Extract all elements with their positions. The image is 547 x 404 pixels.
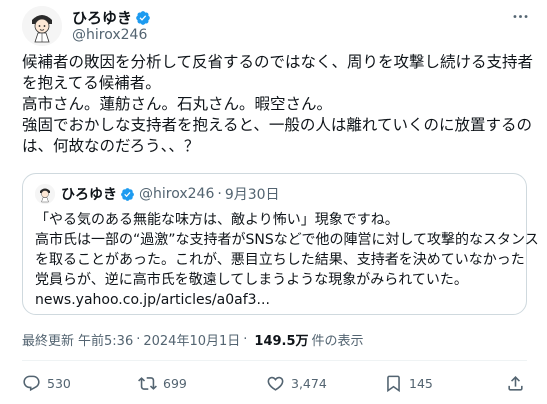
avatar-illustration — [22, 6, 62, 46]
repost-button[interactable]: 699 — [138, 374, 187, 393]
author-name[interactable]: ひろゆき — [72, 7, 132, 28]
like-count: 3,474 — [291, 376, 327, 391]
post-date[interactable]: 2024年10月1日 — [143, 330, 240, 349]
quoted-author-handle: @hirox246 — [139, 186, 215, 202]
bookmark-icon — [387, 375, 400, 393]
post-text-line: 強固でおかしな支持者を抱えると、一般の人は離れていくのに放置するの — [22, 116, 532, 134]
post-meta: 最終更新 午前5:36 · 2024年10月1日 · 149.5万 件の表示 — [22, 330, 364, 349]
verified-badge-icon — [121, 187, 134, 201]
quoted-text-line: 高市氏は一部の“過激”な支持者がSNSなどで他の陣営に対して攻撃的なスタンス — [35, 232, 539, 248]
bookmark-button[interactable]: 145 — [384, 374, 433, 393]
post-header: ひろゆき @hirox246 — [22, 4, 532, 48]
like-button[interactable]: 3,474 — [266, 374, 327, 393]
verified-badge-icon — [136, 10, 150, 25]
bookmark-count: 145 — [409, 376, 433, 391]
quoted-author-name: ひろゆき — [61, 187, 117, 203]
share-icon — [508, 376, 523, 391]
reply-icon — [23, 375, 40, 392]
post-time[interactable]: 午前5:36 — [78, 330, 133, 349]
views-label: 件の表示 — [311, 334, 364, 349]
separator-dot: · — [217, 186, 222, 202]
quoted-avatar — [35, 184, 55, 204]
quoted-post-date: 9月30日 — [224, 187, 280, 203]
author-handle[interactable]: @hirox246 — [72, 27, 147, 43]
divider — [22, 360, 527, 361]
quoted-post[interactable]: ひろゆき @hirox246 · 9月30日 「やる気のある無能な味方は、敵より… — [22, 173, 539, 315]
quoted-text-line: を取ることがあった。これが、悪目立ちした結果、支持者を決めていなかった — [35, 252, 525, 268]
reply-button[interactable]: 530 — [22, 374, 71, 393]
quoted-link: news.yahoo.co.jp/articles/a0af3... — [35, 292, 270, 308]
post-text: 候補者の敗因を分析して反省するのではなく、周りを攻撃し続ける支持者 を抱えてる候… — [22, 52, 534, 157]
views-count[interactable]: 149.5万 — [254, 330, 308, 349]
action-bar: 530 699 3,474 145 — [22, 374, 527, 398]
heart-icon — [267, 376, 284, 391]
share-button[interactable] — [506, 374, 525, 397]
separator-dot: · — [136, 332, 141, 347]
reply-count: 530 — [47, 376, 71, 391]
post-text-line: 候補者の敗因を分析して反省するのではなく、周りを攻撃し続ける支持者 — [22, 53, 534, 71]
separator-dot: · — [243, 332, 248, 347]
repost-count: 699 — [163, 376, 187, 391]
quoted-post-header: ひろゆき @hirox246 · 9月30日 — [35, 184, 280, 204]
avatar[interactable] — [22, 6, 62, 46]
post-text-line: 高市さん。蓮舫さん。石丸さん。暇空さん。 — [22, 95, 333, 113]
post-text-line: を抱えてる候補者。 — [22, 74, 161, 92]
quoted-post-text: 「やる気のある無能な味方は、敵より怖い」現象ですね。 高市氏は一部の“過激”な支… — [35, 210, 539, 310]
repost-icon — [138, 377, 157, 390]
updated-label: 最終更新 — [22, 334, 75, 349]
more-icon[interactable] — [510, 6, 530, 26]
author-name-row: ひろゆき — [72, 7, 151, 28]
post-text-line: は、何故なのだろう、、？ — [22, 137, 200, 155]
quoted-text-line: 「やる気のある無能な味方は、敵より怖い」現象ですね。 — [35, 212, 399, 228]
quoted-text-line: 党員らが、逆に高市氏を敬遠してしまうような現象がみられていた。 — [35, 272, 468, 288]
